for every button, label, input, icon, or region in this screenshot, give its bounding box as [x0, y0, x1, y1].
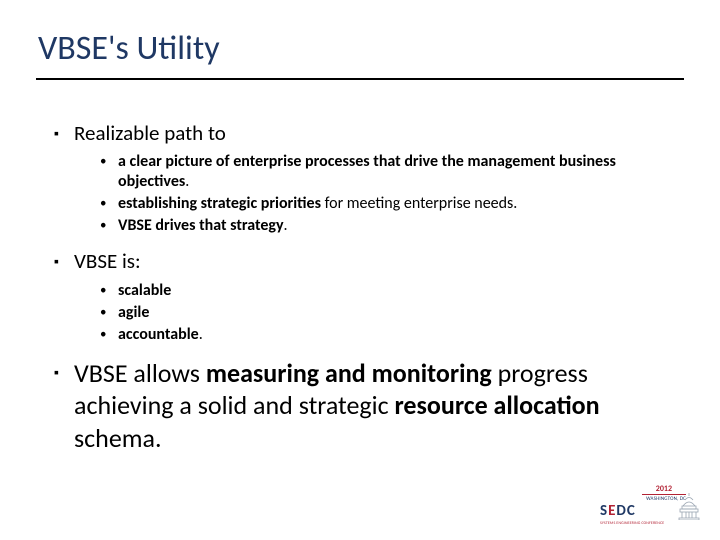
bullet-vbse-is: ▪ VBSE is:	[54, 248, 664, 274]
slide: VBSE's Utility ▪ Realizable path to • a …	[0, 0, 720, 540]
sub-bullet: • scalable	[100, 281, 664, 301]
sub-bullet: • agile	[100, 303, 664, 323]
dot-bullet-icon: •	[100, 196, 118, 212]
dot-bullet-icon: •	[100, 305, 118, 321]
sub-bullet-text: VBSE drives that strategy.	[118, 216, 288, 236]
dot-bullet-icon: •	[100, 154, 118, 170]
sub-bullet: • accountable.	[100, 325, 664, 345]
capitol-dome-icon	[678, 492, 700, 520]
title-rule	[36, 78, 684, 80]
slide-title: VBSE's Utility	[38, 28, 220, 69]
sedc-logo: 2012 WASHINGTON, DC SEDC SYSTEMS ENGINEE…	[600, 484, 700, 526]
sub-bullet: • a clear picture of enterprise processe…	[100, 152, 664, 192]
bullet-realizable-path: ▪ Realizable path to	[54, 120, 664, 146]
square-bullet-icon: ▪	[54, 364, 74, 382]
logo-main: SEDC	[600, 502, 636, 520]
sub-bullet: • VBSE drives that strategy.	[100, 216, 664, 236]
sub-bullet-text: accountable.	[118, 325, 203, 345]
square-bullet-icon: ▪	[54, 125, 74, 143]
sub-bullet-text: scalable	[118, 281, 171, 301]
dot-bullet-icon: •	[100, 327, 118, 343]
bullet-text: VBSE is:	[74, 248, 141, 274]
logo-year: 2012	[656, 484, 672, 494]
sub-bullet: • establishing strategic priorities for …	[100, 194, 664, 214]
bullet-vbse-allows: ▪ VBSE allows measuring and monitoring p…	[54, 357, 664, 455]
slide-body: ▪ Realizable path to • a clear picture o…	[54, 120, 664, 460]
dot-bullet-icon: •	[100, 283, 118, 299]
square-bullet-icon: ▪	[54, 253, 74, 271]
sub-bullet-text: agile	[118, 303, 149, 323]
sub-bullet-text: establishing strategic priorities for me…	[118, 194, 517, 214]
sub-bullet-text: a clear picture of enterprise processes …	[118, 152, 664, 192]
dot-bullet-icon: •	[100, 218, 118, 234]
bullet-text: VBSE allows measuring and monitoring pro…	[74, 357, 664, 455]
logo-tagline: SYSTEMS ENGINEERING CONFERENCE	[600, 521, 664, 526]
bullet-text: Realizable path to	[74, 120, 226, 146]
